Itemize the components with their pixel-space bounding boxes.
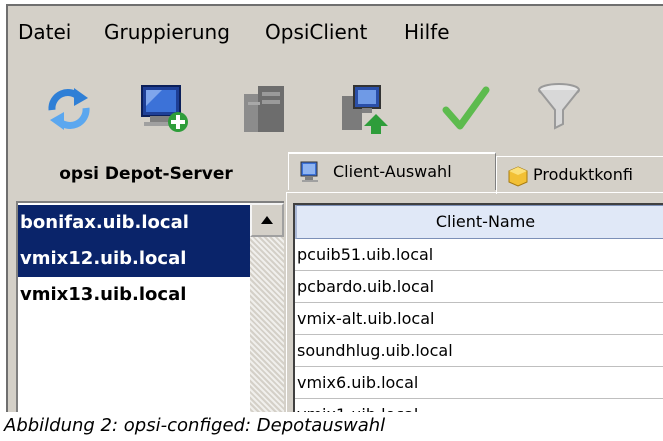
server-icon[interactable] <box>238 80 292 136</box>
add-client-icon[interactable] <box>138 80 192 136</box>
table-row[interactable]: soundhlug.uib.local <box>295 335 663 367</box>
table-row[interactable]: vmix6.uib.local <box>295 367 663 399</box>
tab-label: Produktkonfi <box>533 165 633 184</box>
menu-hilfe[interactable]: Hilfe <box>404 20 450 44</box>
figure-caption: Abbildung 2: opsi-configed: Depotauswahl <box>4 415 386 436</box>
filter-icon[interactable] <box>532 80 586 136</box>
deploy-icon[interactable] <box>338 80 392 136</box>
depot-item[interactable]: vmix13.uib.local <box>18 277 250 313</box>
refresh-icon[interactable] <box>42 80 96 136</box>
table-row[interactable]: vmix-alt.uib.local <box>295 303 663 335</box>
depot-item[interactable]: bonifax.uib.local <box>18 205 250 241</box>
toolbar <box>8 66 663 154</box>
app-window: Datei Gruppierung OpsiClient Hilfe opsi … <box>6 4 663 412</box>
menu-opsiclient[interactable]: OpsiClient <box>265 20 367 44</box>
arrow-up-icon <box>261 216 273 224</box>
menu-gruppierung[interactable]: Gruppierung <box>104 20 230 44</box>
client-table: Client-Name pcuib51.uib.local pcbardo.ui… <box>293 203 663 412</box>
tab-client-auswahl[interactable]: Client-Auswahl <box>288 152 496 190</box>
tab-label: Client-Auswahl <box>333 162 452 181</box>
table-row[interactable]: pcbardo.uib.local <box>295 271 663 303</box>
menu-bar: Datei Gruppierung OpsiClient Hilfe <box>8 6 663 64</box>
checkmark-icon[interactable] <box>438 80 492 136</box>
depot-list: bonifax.uib.local vmix12.uib.local vmix1… <box>16 201 284 412</box>
tab-produktkonfiguration[interactable]: Produktkonfi <box>496 156 663 194</box>
depot-item[interactable]: vmix12.uib.local <box>18 241 250 277</box>
depot-scrollbar[interactable] <box>250 203 284 412</box>
scroll-track[interactable] <box>250 237 284 412</box>
menu-datei[interactable]: Datei <box>18 20 71 44</box>
column-header-client-name[interactable]: Client-Name <box>295 205 663 239</box>
scroll-up-button[interactable] <box>250 203 284 237</box>
depot-title: opsi Depot-Server <box>59 164 233 184</box>
table-row[interactable]: vmix1.uib.local <box>295 399 663 412</box>
table-row[interactable]: pcuib51.uib.local <box>295 239 663 271</box>
client-panel: Client-Name pcuib51.uib.local pcbardo.ui… <box>286 192 663 412</box>
